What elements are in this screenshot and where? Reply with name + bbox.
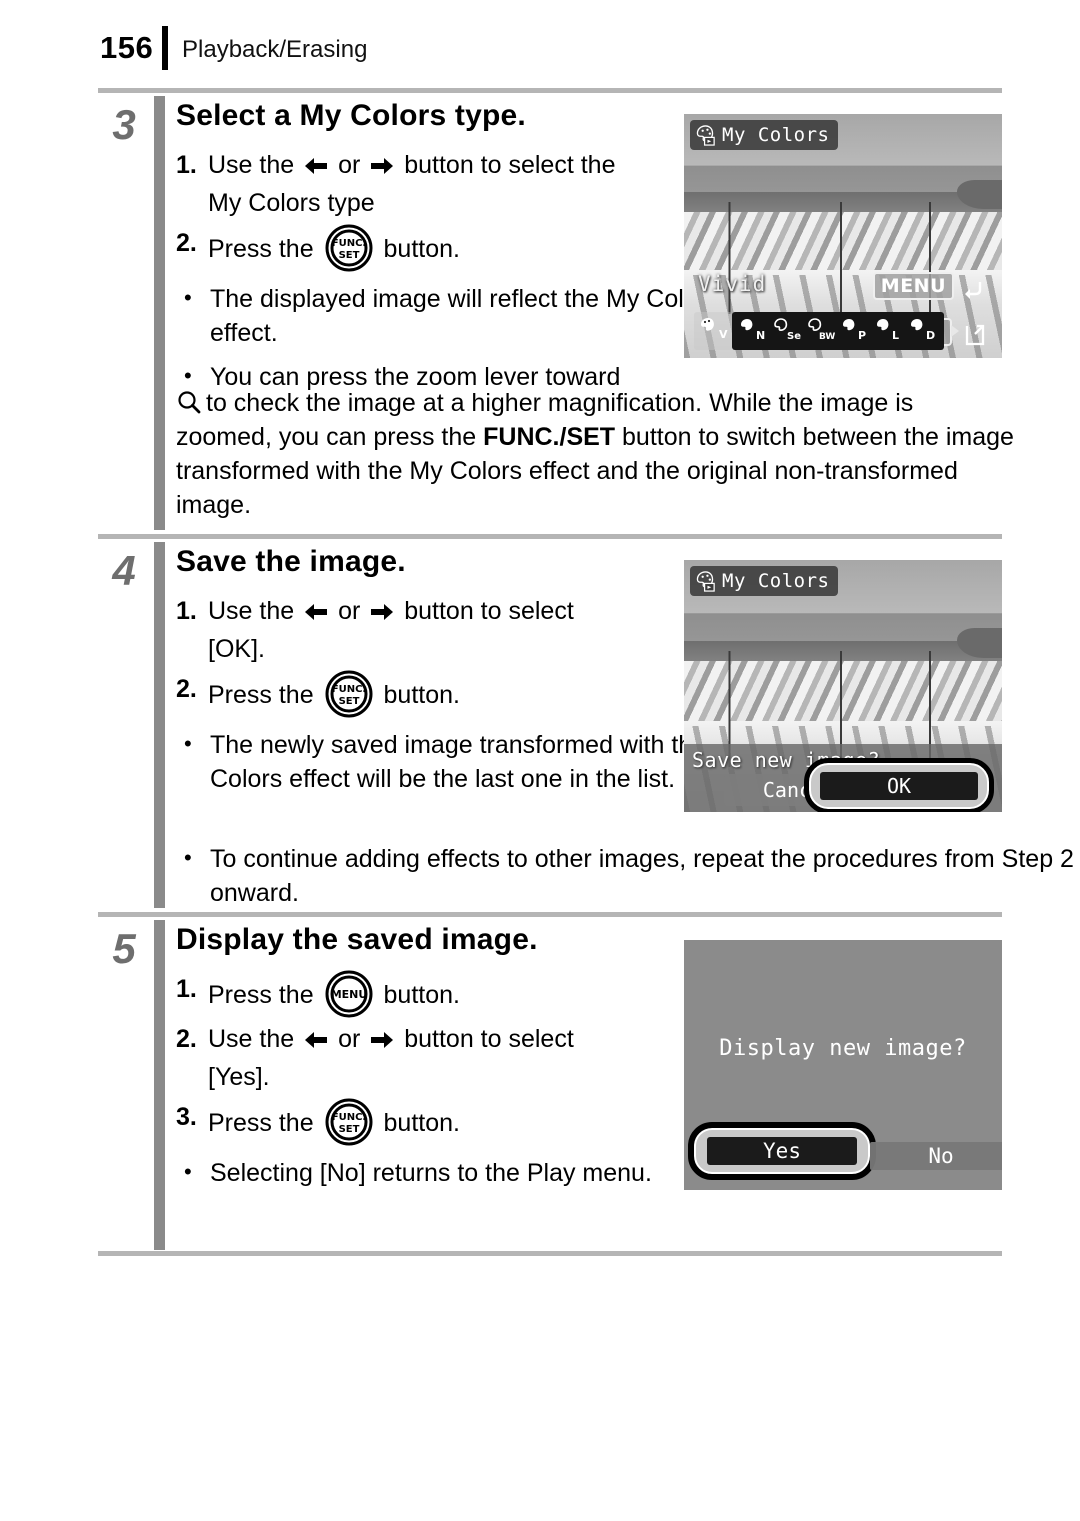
step-3-item-2-marker: 2. (176, 229, 197, 257)
step-3-sidebar (154, 96, 165, 530)
magnifier-icon (178, 391, 201, 414)
svg-text:N: N (756, 329, 765, 342)
step-5-item-1-post: button. (383, 981, 460, 1009)
my-colors-positive-film-icon[interactable]: P (839, 316, 871, 346)
step-3-item-1-post: button to select the (404, 151, 616, 179)
left-arrow-icon (305, 158, 328, 174)
screen2-my-colors-badge: My Colors (690, 566, 839, 596)
step-4-bullet-2: To continue adding effects to other imag… (176, 841, 1080, 910)
step-5-item-2-post: button to select (404, 1025, 574, 1053)
step-3-bullet-2-overflow: to check the image at a higher magnifica… (176, 386, 1016, 522)
page-header: 156 Playback/Erasing (100, 26, 1000, 74)
right-arrow-icon (371, 604, 394, 620)
screen1-my-colors-badge: My Colors (690, 120, 839, 150)
screen-save-confirm: My Colors Save new image? Cancel OK (684, 560, 1002, 812)
svg-text:SET: SET (338, 1124, 359, 1135)
left-arrow-icon (305, 1032, 328, 1048)
step-5-item-3-post: button. (383, 1109, 460, 1137)
no-button[interactable]: No (870, 1142, 1002, 1170)
my-colors-vivid-icon: V (701, 318, 728, 341)
screen-my-colors-select: My Colors Vivid MENU SET V (684, 114, 1002, 358)
svg-text:FUNC.: FUNC. (331, 684, 365, 695)
svg-text:P: P (858, 329, 866, 342)
header-divider-bar (162, 26, 168, 70)
step-5-item-2-mid: or (338, 1025, 361, 1053)
step-5-number: 5 (112, 925, 136, 972)
step-3-item-2-post: button. (383, 235, 460, 263)
my-colors-neutral-icon[interactable]: N (737, 316, 769, 346)
section-rule-step5 (98, 912, 1002, 917)
step-5-item-2-marker: 2. (176, 1025, 197, 1053)
screen3-prompt-text: Display new image? (719, 1036, 967, 1061)
step-4-item-1-post: button to select (404, 597, 574, 625)
step-3-item-2-pre: Press the (208, 235, 314, 263)
func-set-button-icon: FUNC. SET (325, 224, 373, 272)
manual-page: 156 Playback/Erasing 3 Select a My Color… (0, 0, 1080, 1521)
step-3-funcset-label: FUNC./SET (483, 423, 616, 451)
right-arrow-icon (371, 158, 394, 174)
svg-text:D: D (926, 329, 935, 342)
ok-button-label: OK (820, 772, 978, 800)
step-4-number: 4 (112, 547, 136, 594)
yes-button[interactable]: Yes (688, 1122, 876, 1180)
return-arrow-icon (965, 282, 982, 299)
step-4-item-2-post: button. (383, 681, 460, 709)
svg-text:V: V (719, 328, 728, 341)
step-5-item-1-marker: 1. (176, 975, 197, 1003)
step-4-bullet-2-wide: To continue adding effects to other imag… (176, 832, 1074, 910)
ok-button[interactable]: OK (804, 758, 994, 812)
svg-text:SET: SET (338, 250, 359, 261)
yes-button-label: Yes (707, 1137, 857, 1165)
screen1-badge-label: My Colors (722, 124, 830, 146)
step-4-item-1-pre: Use the (208, 597, 295, 625)
screen2-badge-label: My Colors (722, 570, 830, 592)
step-3-item-1-pre: Use the (208, 151, 295, 179)
screen1-menu-badge[interactable]: MENU (872, 272, 954, 300)
svg-text:BW: BW (819, 332, 835, 342)
step-4-item-1-marker: 1. (176, 597, 197, 625)
step-3-item-1-marker: 1. (176, 151, 197, 179)
step-3-number: 3 (112, 101, 136, 148)
svg-text:FUNC.: FUNC. (331, 238, 365, 249)
svg-text:L: L (892, 329, 899, 342)
step-4-item-1-mid: or (338, 597, 361, 625)
svg-text:SET: SET (338, 696, 359, 707)
step-5-item-2-pre: Use the (208, 1025, 295, 1053)
screen1-effect-icon-list[interactable]: N Se BW P L D (732, 312, 944, 350)
step-4-item-2-marker: 2. (176, 675, 197, 703)
section-rule-top (98, 88, 1002, 93)
my-colors-palette-icon (696, 124, 715, 146)
screen1-effect-icon-row[interactable]: V N Se BW P L D (694, 312, 962, 350)
step-5-sidebar (154, 920, 165, 1250)
section-rule-bottom (98, 1251, 1002, 1256)
right-arrow-icon (371, 1032, 394, 1048)
my-colors-sepia-icon[interactable]: Se (771, 316, 803, 346)
left-arrow-icon (305, 604, 328, 620)
screen1-effect-icon-selected[interactable]: V (694, 312, 732, 350)
page-number: 156 (100, 30, 154, 65)
step-4-sidebar (154, 542, 165, 908)
section-rule-step4 (98, 534, 1002, 539)
step-5-item-3-pre: Press the (208, 1109, 314, 1137)
effect-row-next-arrow-icon[interactable] (948, 322, 962, 340)
step-5-item-3-marker: 3. (176, 1103, 197, 1131)
screen1-umbrella-poles (684, 201, 1002, 315)
my-colors-palette-icon (696, 570, 715, 592)
svg-text:Se: Se (787, 331, 801, 342)
screen1-effect-label: Vivid (698, 272, 767, 296)
func-set-button-icon: FUNC. SET (325, 1098, 373, 1146)
step-5-item-1-pre: Press the (208, 981, 314, 1009)
my-colors-black-white-icon[interactable]: BW (805, 316, 837, 346)
section-title: Playback/Erasing (182, 36, 368, 63)
step-3-item-1-mid: or (338, 151, 361, 179)
my-colors-darker-skin-icon[interactable]: D (907, 316, 939, 346)
step-4-item-2-pre: Press the (208, 681, 314, 709)
svg-text:FUNC.: FUNC. (331, 1112, 365, 1123)
save-export-icon (965, 324, 985, 346)
my-colors-lighter-skin-icon[interactable]: L (873, 316, 905, 346)
menu-button-icon: MENU (325, 970, 373, 1018)
screen-display-confirm: Display new image? Yes No (684, 940, 1002, 1190)
svg-text:MENU: MENU (330, 988, 367, 1001)
func-set-button-icon: FUNC. SET (325, 670, 373, 718)
